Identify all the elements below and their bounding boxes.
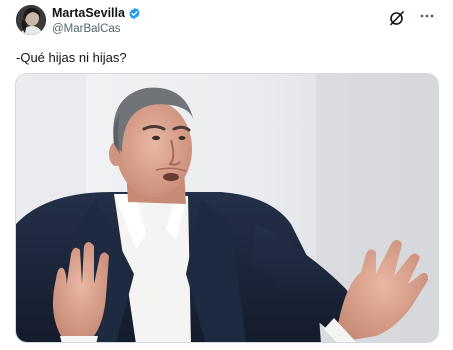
tweet-photo[interactable] — [15, 73, 439, 343]
display-name[interactable]: MartaSevilla — [52, 6, 125, 21]
grok-icon[interactable] — [389, 10, 405, 26]
avatar[interactable] — [16, 5, 46, 35]
photo-image — [16, 74, 438, 342]
tweet-card: MartaSevilla @MarBalCas -Qué hijas ni hi… — [0, 0, 453, 350]
tweet-text: -Qué hijas ni hijas? — [16, 50, 127, 65]
author-info: MartaSevilla @MarBalCas — [52, 6, 141, 36]
more-options-icon[interactable] — [419, 8, 435, 24]
tweet-header: MartaSevilla @MarBalCas — [16, 5, 443, 35]
verified-badge-icon — [128, 7, 141, 20]
display-name-row: MartaSevilla — [52, 6, 141, 21]
author-handle[interactable]: @MarBalCas — [52, 22, 141, 36]
